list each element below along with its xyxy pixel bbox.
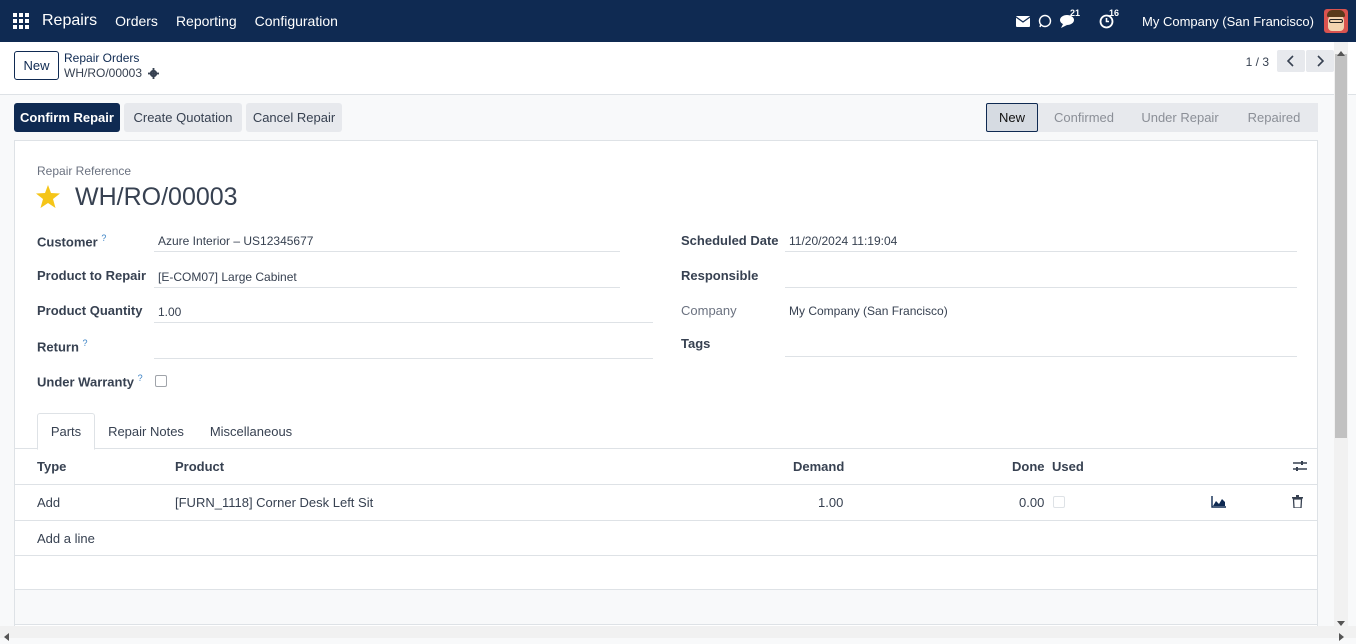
- under-warranty-label: Under Warranty ?: [37, 373, 143, 390]
- tab-miscellaneous[interactable]: Miscellaneous: [201, 413, 301, 449]
- breadcrumb-current-label: WH/RO/00003: [64, 66, 143, 80]
- pager-value[interactable]: 1 / 3: [1246, 55, 1269, 69]
- user-avatar[interactable]: [1324, 9, 1348, 33]
- stage-confirmed[interactable]: Confirmed: [1038, 103, 1130, 132]
- add-line-row: [15, 521, 1317, 556]
- menu-configuration[interactable]: Configuration: [255, 13, 338, 29]
- notebook-tabs: Parts Repair Notes Miscellaneous: [15, 413, 1317, 450]
- column-settings-icon[interactable]: [1293, 460, 1307, 475]
- new-button[interactable]: New: [14, 51, 59, 80]
- breadcrumb-parent[interactable]: Repair Orders: [64, 51, 139, 65]
- col-used[interactable]: Used: [1052, 459, 1084, 474]
- vertical-scrollbar-thumb[interactable]: [1335, 54, 1347, 438]
- company-label: Company: [681, 303, 737, 318]
- app-brand[interactable]: Repairs: [42, 12, 97, 30]
- chat-count-badge: 21: [1070, 8, 1081, 18]
- product-to-repair-field[interactable]: [E-COM07] Large Cabinet: [154, 266, 620, 288]
- chevron-left-icon: [1287, 55, 1294, 67]
- col-product[interactable]: Product: [175, 459, 224, 474]
- stage-under-repair[interactable]: Under Repair: [1130, 103, 1230, 132]
- company-field: My Company (San Francisco): [789, 304, 948, 318]
- whatsapp-icon[interactable]: [1038, 14, 1052, 28]
- scroll-right-arrow-icon[interactable]: [1339, 629, 1344, 644]
- app-grid-icon[interactable]: [13, 13, 29, 29]
- create-quotation-button[interactable]: Create Quotation: [124, 103, 242, 132]
- status-bar: New Confirmed Under Repair Repaired: [986, 103, 1318, 132]
- scheduled-date-label: Scheduled Date: [681, 233, 779, 248]
- product-to-repair-label: Product to Repair: [37, 268, 147, 283]
- control-panel: New Repair Orders WH/RO/00003 1 / 3: [0, 42, 1356, 95]
- confirm-repair-button[interactable]: Confirm Repair: [14, 103, 120, 132]
- mail-icon[interactable]: [1016, 15, 1031, 27]
- repair-reference-label: Repair Reference: [37, 164, 132, 178]
- tab-parts[interactable]: Parts: [37, 413, 95, 450]
- pager-previous-button[interactable]: [1277, 50, 1305, 72]
- scheduled-date-field[interactable]: 11/20/2024 11:19:04: [785, 230, 1297, 252]
- star-icon[interactable]: [36, 185, 60, 211]
- col-type[interactable]: Type: [37, 459, 66, 474]
- row-product[interactable]: [FURN_1118] Corner Desk Left Sit: [175, 495, 373, 510]
- pager-next-button[interactable]: [1306, 50, 1334, 72]
- stage-repaired[interactable]: Repaired: [1230, 103, 1318, 132]
- col-done[interactable]: Done: [1012, 459, 1045, 474]
- menu-orders[interactable]: Orders: [115, 13, 158, 29]
- row-type[interactable]: Add: [37, 495, 60, 510]
- activity-count-badge: 16: [1109, 7, 1120, 18]
- chevron-right-icon: [1317, 55, 1324, 67]
- return-field[interactable]: [154, 337, 653, 359]
- row-demand[interactable]: 1.00: [818, 495, 843, 510]
- tags-label: Tags: [681, 336, 711, 351]
- scroll-left-arrow-icon[interactable]: [4, 629, 9, 644]
- product-quantity-label: Product Quantity: [37, 303, 143, 318]
- product-quantity-field[interactable]: 1.00: [154, 301, 653, 323]
- add-a-line-link[interactable]: Add a line: [37, 531, 95, 546]
- col-demand[interactable]: Demand: [793, 459, 844, 474]
- form-sheet: Repair Reference WH/RO/00003 Customer ? …: [14, 140, 1318, 638]
- under-warranty-checkbox[interactable]: [155, 375, 167, 387]
- menu-reporting[interactable]: Reporting: [176, 13, 237, 29]
- tags-field[interactable]: [785, 335, 1297, 357]
- tab-repair-notes[interactable]: Repair Notes: [99, 413, 193, 449]
- row-used-checkbox[interactable]: [1053, 496, 1065, 508]
- horizontal-scrollbar[interactable]: [0, 626, 1356, 638]
- gear-icon[interactable]: [148, 67, 160, 79]
- chat-icon[interactable]: 21: [1060, 8, 1080, 28]
- empty-row: [15, 556, 1317, 590]
- scroll-up-arrow-icon[interactable]: [1337, 44, 1345, 59]
- return-label: Return ?: [37, 338, 88, 355]
- responsible-label: Responsible: [681, 268, 759, 283]
- row-done[interactable]: 0.00: [1019, 495, 1044, 510]
- stage-new[interactable]: New: [986, 103, 1038, 132]
- responsible-field[interactable]: [785, 266, 1297, 288]
- forecast-chart-icon[interactable]: [1211, 496, 1226, 511]
- customer-label: Customer ?: [37, 233, 107, 250]
- cancel-repair-button[interactable]: Cancel Repair: [246, 103, 342, 132]
- repair-reference-value: WH/RO/00003: [75, 183, 238, 211]
- breadcrumb-current: WH/RO/00003: [64, 66, 160, 80]
- empty-row: [15, 590, 1317, 625]
- trash-icon[interactable]: [1292, 495, 1303, 511]
- activity-clock-icon[interactable]: 16: [1099, 8, 1119, 29]
- top-navbar: Repairs Orders Reporting Configuration 2…: [0, 0, 1356, 42]
- company-switcher[interactable]: My Company (San Francisco): [1142, 14, 1314, 29]
- customer-field[interactable]: Azure Interior – US12345677: [154, 230, 620, 252]
